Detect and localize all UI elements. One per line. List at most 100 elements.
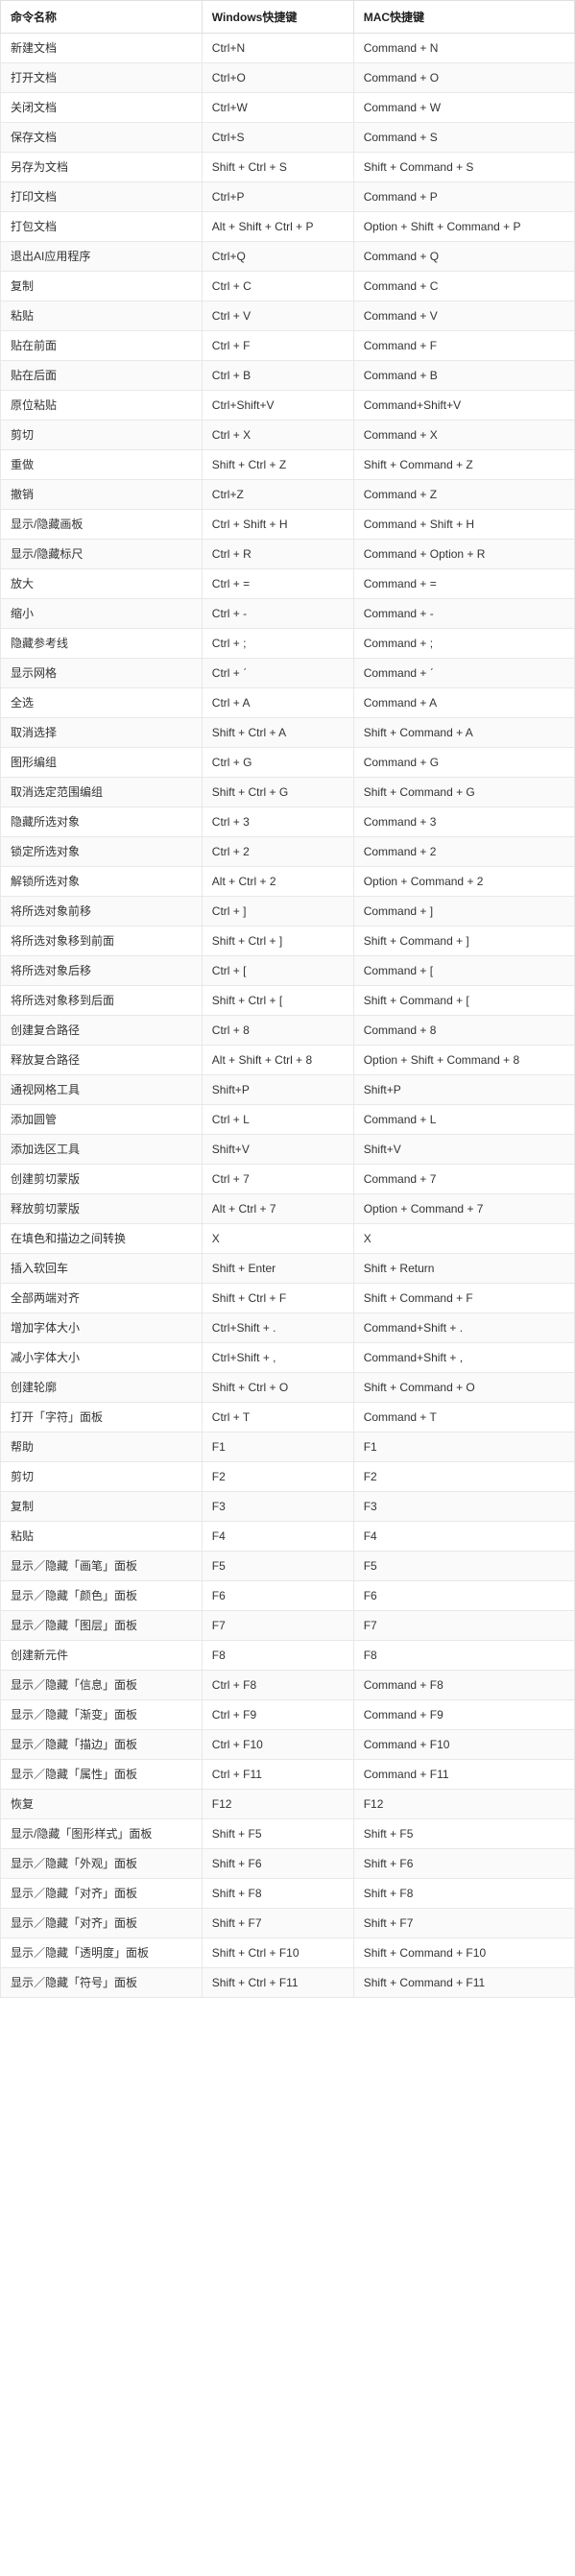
command-name: 打开「字符」面板 — [1, 1403, 203, 1432]
command-name: 打包文档 — [1, 212, 203, 242]
table-row: 将所选对象移到前面Shift + Ctrl + ]Shift + Command… — [1, 927, 575, 956]
table-row: 创建轮廓Shift + Ctrl + OShift + Command + O — [1, 1373, 575, 1403]
mac-shortcut: Command + F — [353, 331, 574, 361]
mac-shortcut: Option + Shift + Command + 8 — [353, 1046, 574, 1075]
shortcuts-table: 命令名称 Windows快捷键 MAC快捷键 新建文档Ctrl+NCommand… — [0, 0, 575, 1998]
command-name: 显示／隐藏「外观」面板 — [1, 1849, 203, 1879]
table-row: 将所选对象前移Ctrl + ]Command + ] — [1, 897, 575, 927]
windows-shortcut: Ctrl + V — [202, 301, 353, 331]
command-name: 显示／隐藏「属性」面板 — [1, 1760, 203, 1790]
table-row: 缩小Ctrl + -Command + - — [1, 599, 575, 629]
windows-shortcut: Ctrl+Q — [202, 242, 353, 272]
table-row: 显示／隐藏「外观」面板Shift + F6Shift + F6 — [1, 1849, 575, 1879]
command-name: 原位粘贴 — [1, 391, 203, 421]
table-row: 释放复合路径Alt + Shift + Ctrl + 8Option + Shi… — [1, 1046, 575, 1075]
windows-shortcut: F6 — [202, 1581, 353, 1611]
windows-shortcut: X — [202, 1224, 353, 1254]
mac-shortcut: Command + Option + R — [353, 540, 574, 569]
command-name: 显示／隐藏「对齐」面板 — [1, 1879, 203, 1909]
windows-shortcut: Ctrl+W — [202, 93, 353, 123]
col-header-windows: Windows快捷键 — [202, 1, 353, 34]
mac-shortcut: F3 — [353, 1492, 574, 1522]
table-row: 剪切F2F2 — [1, 1462, 575, 1492]
mac-shortcut: Option + Command + 2 — [353, 867, 574, 897]
windows-shortcut: Ctrl + [ — [202, 956, 353, 986]
windows-shortcut: Ctrl + C — [202, 272, 353, 301]
table-header-row: 命令名称 Windows快捷键 MAC快捷键 — [1, 1, 575, 34]
table-row: 另存为文档Shift + Ctrl + SShift + Command + S — [1, 153, 575, 182]
mac-shortcut: Shift + Command + F — [353, 1284, 574, 1313]
windows-shortcut: Ctrl + - — [202, 599, 353, 629]
command-name: 显示／隐藏「描边」面板 — [1, 1730, 203, 1760]
command-name: 复制 — [1, 272, 203, 301]
table-row: 打印文档Ctrl+PCommand + P — [1, 182, 575, 212]
mac-shortcut: Shift+P — [353, 1075, 574, 1105]
windows-shortcut: Ctrl + R — [202, 540, 353, 569]
table-row: 撤销Ctrl+ZCommand + Z — [1, 480, 575, 510]
table-row: 重做Shift + Ctrl + ZShift + Command + Z — [1, 450, 575, 480]
mac-shortcut: Command + P — [353, 182, 574, 212]
command-name: 另存为文档 — [1, 153, 203, 182]
table-row: 显示／隐藏「对齐」面板Shift + F8Shift + F8 — [1, 1879, 575, 1909]
command-name: 隐藏参考线 — [1, 629, 203, 659]
windows-shortcut: Shift + F8 — [202, 1879, 353, 1909]
command-name: 重做 — [1, 450, 203, 480]
mac-shortcut: Command + O — [353, 63, 574, 93]
table-row: 贴在前面Ctrl + FCommand + F — [1, 331, 575, 361]
command-name: 缩小 — [1, 599, 203, 629]
command-name: 创建轮廓 — [1, 1373, 203, 1403]
mac-shortcut: F8 — [353, 1641, 574, 1671]
windows-shortcut: Ctrl + G — [202, 748, 353, 778]
windows-shortcut: Ctrl+O — [202, 63, 353, 93]
windows-shortcut: Shift + F6 — [202, 1849, 353, 1879]
command-name: 显示／隐藏「透明度」面板 — [1, 1938, 203, 1968]
mac-shortcut: Shift + Command + ] — [353, 927, 574, 956]
windows-shortcut: F3 — [202, 1492, 353, 1522]
command-name: 显示／隐藏「符号」面板 — [1, 1968, 203, 1998]
windows-shortcut: F5 — [202, 1552, 353, 1581]
windows-shortcut: Ctrl + 3 — [202, 807, 353, 837]
table-row: 显示／隐藏「信息」面板Ctrl + F8Command + F8 — [1, 1671, 575, 1700]
windows-shortcut: Ctrl+Shift + . — [202, 1313, 353, 1343]
table-row: 粘贴F4F4 — [1, 1522, 575, 1552]
table-row: 显示／隐藏「颜色」面板F6F6 — [1, 1581, 575, 1611]
mac-shortcut: Command+Shift+V — [353, 391, 574, 421]
command-name: 解锁所选对象 — [1, 867, 203, 897]
table-row: 通视网格工具Shift+PShift+P — [1, 1075, 575, 1105]
mac-shortcut: F5 — [353, 1552, 574, 1581]
command-name: 帮助 — [1, 1432, 203, 1462]
windows-shortcut: Shift + Enter — [202, 1254, 353, 1284]
mac-shortcut: Command + C — [353, 272, 574, 301]
command-name: 贴在前面 — [1, 331, 203, 361]
mac-shortcut: Command + W — [353, 93, 574, 123]
table-row: 显示/隐藏画板Ctrl + Shift + HCommand + Shift +… — [1, 510, 575, 540]
mac-shortcut: Option + Command + 7 — [353, 1194, 574, 1224]
command-name: 显示/隐藏标尺 — [1, 540, 203, 569]
mac-shortcut: Command + ˊ — [353, 659, 574, 688]
table-row: 复制Ctrl + CCommand + C — [1, 272, 575, 301]
table-row: 原位粘贴Ctrl+Shift+VCommand+Shift+V — [1, 391, 575, 421]
mac-shortcut: Command + - — [353, 599, 574, 629]
table-row: 取消选择Shift + Ctrl + AShift + Command + A — [1, 718, 575, 748]
windows-shortcut: Ctrl + Shift + H — [202, 510, 353, 540]
command-name: 显示／隐藏「颜色」面板 — [1, 1581, 203, 1611]
windows-shortcut: Ctrl + ] — [202, 897, 353, 927]
windows-shortcut: Shift+V — [202, 1135, 353, 1165]
table-row: 显示／隐藏「画笔」面板F5F5 — [1, 1552, 575, 1581]
windows-shortcut: Ctrl + X — [202, 421, 353, 450]
mac-shortcut: F2 — [353, 1462, 574, 1492]
mac-shortcut: Shift + Command + [ — [353, 986, 574, 1016]
windows-shortcut: Ctrl + L — [202, 1105, 353, 1135]
table-row: 保存文档Ctrl+SCommand + S — [1, 123, 575, 153]
command-name: 新建文档 — [1, 34, 203, 63]
mac-shortcut: Shift + Command + F11 — [353, 1968, 574, 1998]
table-row: 将所选对象后移Ctrl + [Command + [ — [1, 956, 575, 986]
mac-shortcut: Command + A — [353, 688, 574, 718]
command-name: 释放复合路径 — [1, 1046, 203, 1075]
mac-shortcut: Command + T — [353, 1403, 574, 1432]
mac-shortcut: Command + 3 — [353, 807, 574, 837]
table-row: 显示／隐藏「对齐」面板Shift + F7Shift + F7 — [1, 1909, 575, 1938]
windows-shortcut: Ctrl + T — [202, 1403, 353, 1432]
table-row: 帮助F1F1 — [1, 1432, 575, 1462]
windows-shortcut: Alt + Ctrl + 2 — [202, 867, 353, 897]
